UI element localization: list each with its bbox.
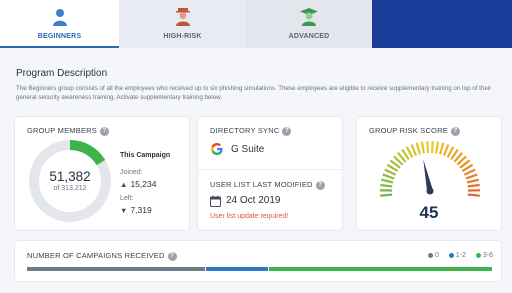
needle: [423, 159, 433, 192]
gauge-tick: [410, 144, 418, 157]
legend-dot: [448, 252, 454, 258]
group-tabs: BEGINNERS HIGH-RISK ADVANCED: [0, 0, 512, 48]
legend-item-3-6: 3-6: [475, 252, 493, 259]
gauge-tick: [439, 142, 445, 155]
directory-sync-title: DIRECTORY SYNC?: [210, 126, 292, 136]
bar-segment-0: [27, 267, 206, 271]
header-panel: [372, 0, 512, 48]
members-count: 51,382: [49, 169, 91, 184]
group-members-card: GROUP MEMBERS? 51,382 of 313,212 This Ca…: [14, 116, 190, 231]
legend-dot: [427, 252, 433, 258]
risk-gauge: [379, 141, 481, 197]
gauge-tick: [467, 183, 480, 188]
directory-sync-card: DIRECTORY SYNC? G Suite USER LIST LAST M…: [197, 116, 343, 231]
user-icon: [52, 9, 67, 26]
legend-label: 3-6: [482, 252, 493, 259]
help-icon[interactable]: ?: [282, 126, 292, 136]
card-title-text: GROUP RISK SCORE: [369, 126, 448, 135]
tab-high-risk[interactable]: HIGH-RISK: [119, 0, 246, 48]
help-icon[interactable]: ?: [167, 251, 177, 261]
tab-beginners[interactable]: BEGINNERS: [0, 0, 119, 48]
gauge-tick: [415, 142, 421, 155]
group-members-title: GROUP MEMBERS?: [27, 126, 109, 136]
gauge-needle: [423, 159, 434, 195]
joined-label: Joined:: [120, 169, 143, 176]
tab-label: ADVANCED: [288, 33, 330, 40]
card-title-text: GROUP MEMBERS: [27, 126, 97, 135]
directory-provider: G Suite: [231, 144, 265, 155]
joined-value: ▲ 15,234: [120, 179, 156, 189]
program-description-title: Program Description: [16, 68, 108, 79]
gauge-tick: [380, 183, 393, 188]
campaigns-received-title: NUMBER OF CAMPAIGNS RECEIVED?: [27, 251, 177, 261]
legend-dot: [475, 252, 481, 258]
gauge-tick: [382, 173, 395, 180]
tab-label: BEGINNERS: [37, 33, 82, 40]
help-icon[interactable]: ?: [99, 126, 109, 136]
divider: [198, 169, 342, 170]
help-icon[interactable]: ?: [315, 180, 325, 190]
gauge-tick: [380, 193, 393, 197]
left-count: 7,319: [130, 205, 152, 215]
gauge-tick: [467, 193, 480, 197]
campaigns-legend: 0 1-2 3-6: [420, 252, 493, 259]
needle-hub: [426, 187, 434, 195]
campaigns-received-card: NUMBER OF CAMPAIGNS RECEIVED? 0 1-2 3-6: [14, 240, 502, 282]
user-list-modified-title: USER LIST LAST MODIFIED?: [210, 180, 325, 190]
legend-label: 1-2: [455, 252, 466, 259]
graduate-icon: [300, 8, 318, 26]
legend-item-0: 0: [427, 252, 439, 259]
bar-segment-3-6: [269, 267, 492, 271]
members-total: of 313,212: [53, 185, 87, 192]
legend-label: 0: [434, 252, 439, 259]
tab-label: HIGH-RISK: [163, 33, 202, 40]
modified-date: 24 Oct 2019: [226, 195, 281, 206]
gauge-tick: [381, 178, 394, 184]
gauge-tick: [435, 141, 440, 154]
campaigns-distribution-bar: [27, 267, 493, 271]
this-campaign-label: This Campaign: [120, 152, 171, 159]
gauge-tick: [384, 168, 397, 176]
gauge-tick: [426, 141, 430, 154]
arrow-up-icon: ▲: [120, 180, 128, 189]
update-required-warning[interactable]: User list update required!: [210, 213, 288, 220]
legend-item-1-2: 1-2: [448, 252, 466, 259]
left-label: Left:: [120, 195, 134, 202]
gauge-tick: [465, 173, 478, 180]
card-title-text: NUMBER OF CAMPAIGNS RECEIVED: [27, 251, 165, 260]
tab-advanced[interactable]: ADVANCED: [246, 0, 372, 48]
arrow-down-icon: ▼: [120, 206, 128, 215]
card-title-text: USER LIST LAST MODIFIED: [210, 180, 313, 189]
user-hat-icon: [175, 8, 190, 26]
gauge-tick: [420, 141, 425, 154]
bar-segment-1-2: [206, 267, 269, 271]
card-title-text: DIRECTORY SYNC: [210, 126, 280, 135]
left-value: ▼ 7,319: [120, 205, 152, 215]
calendar-icon: [210, 195, 221, 207]
active-tab-indicator: [0, 46, 119, 48]
gauge-tick: [442, 144, 450, 157]
gauge-tick: [430, 141, 434, 154]
risk-score-value: 45: [419, 203, 439, 222]
program-description-text: The Beginners group consists of all the …: [16, 85, 492, 101]
google-logo-icon: [211, 143, 223, 155]
gauge-tick: [463, 168, 476, 176]
joined-count: 15,234: [130, 179, 157, 189]
gauge-tick: [466, 178, 479, 184]
group-risk-score-card: GROUP RISK SCORE? 45: [356, 116, 502, 231]
